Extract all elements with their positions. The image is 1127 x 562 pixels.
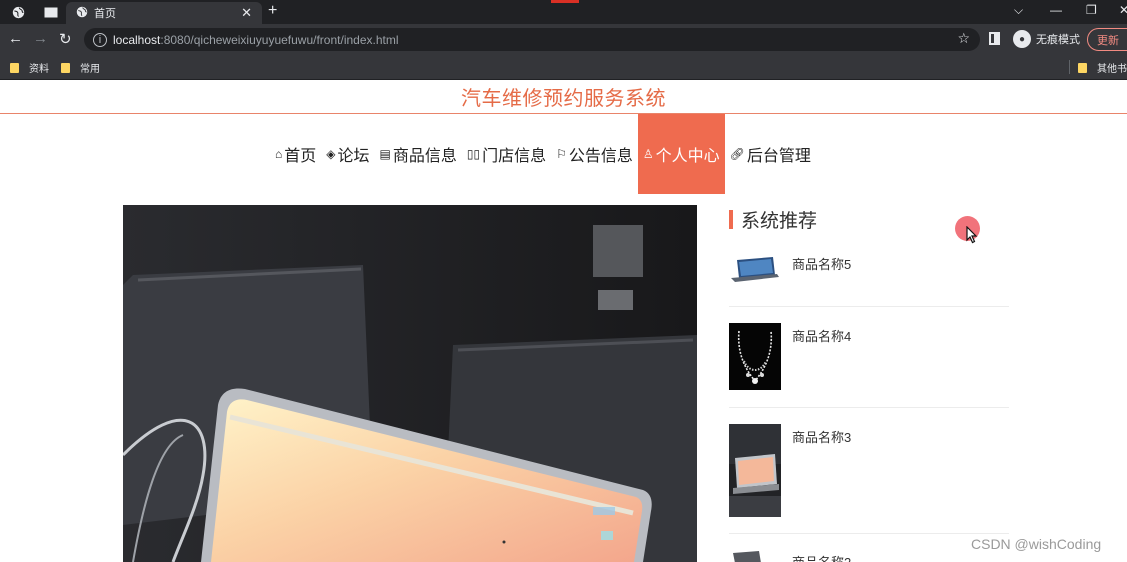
url-text: localhost:8080/qicheweixiuyuyuefuwu/fron… xyxy=(113,32,399,47)
bookmarks-bar: 资料 常用 其他书 xyxy=(0,55,1127,80)
product-name[interactable]: 商品名称3 xyxy=(792,427,851,446)
nav-item-admin[interactable]: 🔗︎ 后台管理 xyxy=(725,114,816,194)
restore-icon[interactable]: ❐ xyxy=(1086,3,1097,17)
globe-icon[interactable] xyxy=(8,3,28,21)
bookmark-separator xyxy=(1069,60,1070,74)
nav-item-forum[interactable]: ◈ 论坛 xyxy=(321,114,374,194)
product-name[interactable]: 商品名称2 xyxy=(792,552,851,562)
close-icon[interactable]: ✕ xyxy=(241,5,252,21)
browser-tab-bar: 首页 ✕ + ⌵ — ❐ ✕ xyxy=(0,0,1127,24)
laptop-photo xyxy=(123,205,697,562)
product-thumbnail[interactable] xyxy=(729,550,781,562)
new-tab-button[interactable]: + xyxy=(268,2,277,20)
divider xyxy=(729,407,1009,408)
forward-icon[interactable]: → xyxy=(33,30,48,47)
main-nav: ⌂ 首页 ◈ 论坛 ▤ 商品信息 ▯▯ 门店信息 ⚐ 公告信息 ♙ 个人中心 🔗︎ 后台管理 xyxy=(270,114,816,194)
watermark: CSDN @wishCoding xyxy=(971,536,1102,552)
update-button[interactable]: 更新 xyxy=(1087,28,1127,51)
nav-item-personal-center[interactable]: ♙ 个人中心 xyxy=(637,114,725,194)
side-panel-icon[interactable] xyxy=(989,32,1000,45)
globe-icon xyxy=(76,6,88,21)
divider xyxy=(729,306,1009,307)
link-icon: 🔗︎ xyxy=(729,147,745,161)
nav-item-products[interactable]: ▤ 商品信息 xyxy=(375,114,462,194)
product-name[interactable]: 商品名称5 xyxy=(792,254,851,273)
store-icon: ▯▯ xyxy=(466,147,481,161)
reload-icon[interactable]: ↻ xyxy=(59,30,72,48)
recommend-item[interactable]: 商品名称3 xyxy=(729,424,1009,519)
user-icon: ♙ xyxy=(642,147,654,161)
bookmark-folder-other[interactable]: 其他书 xyxy=(1078,60,1127,75)
star-icon[interactable]: ☆ xyxy=(957,30,970,47)
nav-item-home[interactable]: ⌂ 首页 xyxy=(270,114,321,194)
incognito-icon: ● xyxy=(1013,30,1031,48)
folder-icon xyxy=(1078,62,1087,73)
address-input[interactable]: i localhost:8080/qicheweixiuyuyuefuwu/fr… xyxy=(84,28,980,51)
incognito-indicator[interactable]: ● 无痕模式 xyxy=(1013,30,1080,48)
back-icon[interactable]: ← xyxy=(8,30,23,47)
recommend-item[interactable]: 商品名称2 xyxy=(729,550,1009,562)
tab-home[interactable]: 首页 ✕ xyxy=(66,2,262,24)
bookmark-folder-ziliao[interactable]: 资料 xyxy=(10,60,49,75)
recommend-item[interactable]: 商品名称4 xyxy=(729,323,1009,393)
recommend-header: 系统推荐 xyxy=(729,206,817,233)
recommend-item[interactable]: 商品名称5 xyxy=(729,254,1009,300)
doc-icon: ▤ xyxy=(379,147,391,161)
layers-icon: ◈ xyxy=(326,147,336,161)
folder-icon xyxy=(10,62,19,73)
mouse-cursor-icon xyxy=(966,226,978,244)
site-title: 汽车维修预约服务系统 xyxy=(0,80,1127,114)
divider xyxy=(729,533,1009,534)
minimize-icon[interactable]: — xyxy=(1050,3,1062,17)
folder-icon xyxy=(61,62,70,73)
tab-strip-icon[interactable] xyxy=(42,3,60,21)
product-thumbnail[interactable] xyxy=(729,323,781,390)
recommend-accent-bar xyxy=(729,210,733,229)
nav-item-stores[interactable]: ▯▯ 门店信息 xyxy=(462,114,551,194)
bookmark-folder-changyong[interactable]: 常用 xyxy=(61,60,100,75)
home-icon: ⌂ xyxy=(275,147,283,161)
chevron-down-icon[interactable]: ⌵ xyxy=(1014,3,1023,18)
flag-icon: ⚐ xyxy=(556,147,567,161)
recommend-title: 系统推荐 xyxy=(741,211,818,232)
info-icon[interactable]: i xyxy=(93,32,107,47)
close-window-icon[interactable]: ✕ xyxy=(1119,3,1127,17)
address-toolbar: ← → ↻ i localhost:8080/qicheweixiuyuyuef… xyxy=(0,24,1127,55)
product-thumbnail[interactable] xyxy=(729,424,781,517)
tab-title: 首页 xyxy=(94,8,116,20)
banner-image[interactable] xyxy=(123,205,697,562)
nav-item-notices[interactable]: ⚐ 公告信息 xyxy=(551,114,638,194)
product-name[interactable]: 商品名称4 xyxy=(792,326,851,345)
recording-indicator xyxy=(551,0,579,3)
product-thumbnail[interactable] xyxy=(729,254,781,284)
